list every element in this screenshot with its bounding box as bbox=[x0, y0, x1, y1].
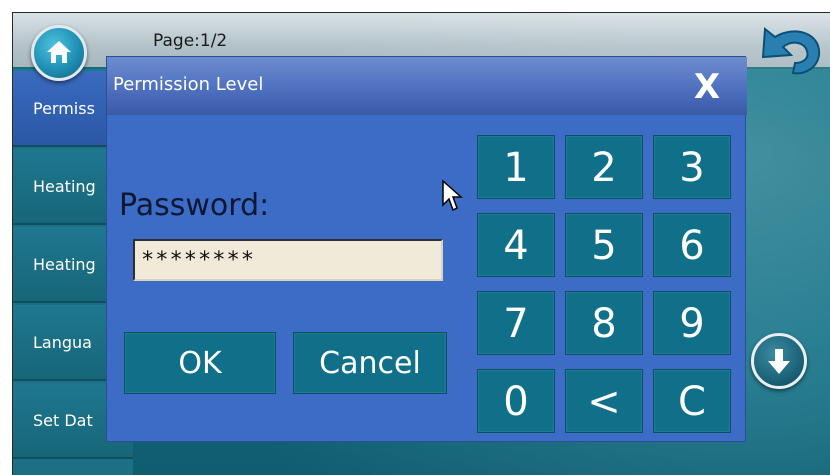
key-4[interactable]: 4 bbox=[477, 213, 555, 277]
key-7[interactable]: 7 bbox=[477, 291, 555, 355]
key-5[interactable]: 5 bbox=[565, 213, 643, 277]
back-arrow-icon bbox=[761, 27, 821, 75]
page-indicator: Page:1/2 bbox=[153, 31, 228, 51]
key-clear[interactable]: C bbox=[653, 369, 731, 433]
key-0[interactable]: 0 bbox=[477, 369, 555, 433]
ok-button[interactable]: OK bbox=[124, 332, 276, 394]
password-field[interactable]: ******** bbox=[133, 239, 443, 281]
home-button[interactable] bbox=[31, 25, 87, 81]
cancel-button[interactable]: Cancel bbox=[293, 332, 447, 394]
key-3[interactable]: 3 bbox=[653, 135, 731, 199]
key-8[interactable]: 8 bbox=[565, 291, 643, 355]
back-button[interactable] bbox=[755, 23, 825, 79]
close-icon[interactable]: X bbox=[687, 67, 727, 107]
mouse-pointer-icon bbox=[442, 179, 463, 212]
home-icon bbox=[47, 41, 71, 63]
key-2[interactable]: 2 bbox=[565, 135, 643, 199]
hmi-screen: Page:1/2 Permiss Heating Heating Langua … bbox=[12, 12, 830, 475]
key-9[interactable]: 9 bbox=[653, 291, 731, 355]
dialog-titlebar: Permission Level X bbox=[107, 57, 747, 115]
dialog-title: Permission Level bbox=[113, 74, 264, 95]
password-label: Password: bbox=[119, 188, 270, 223]
down-arrow-icon bbox=[768, 349, 790, 374]
key-6[interactable]: 6 bbox=[653, 213, 731, 277]
permission-dialog: Permission Level X Password: ******** OK… bbox=[106, 56, 747, 442]
scroll-down-button[interactable] bbox=[751, 333, 807, 389]
key-1[interactable]: 1 bbox=[477, 135, 555, 199]
key-backspace[interactable]: < bbox=[565, 369, 643, 433]
